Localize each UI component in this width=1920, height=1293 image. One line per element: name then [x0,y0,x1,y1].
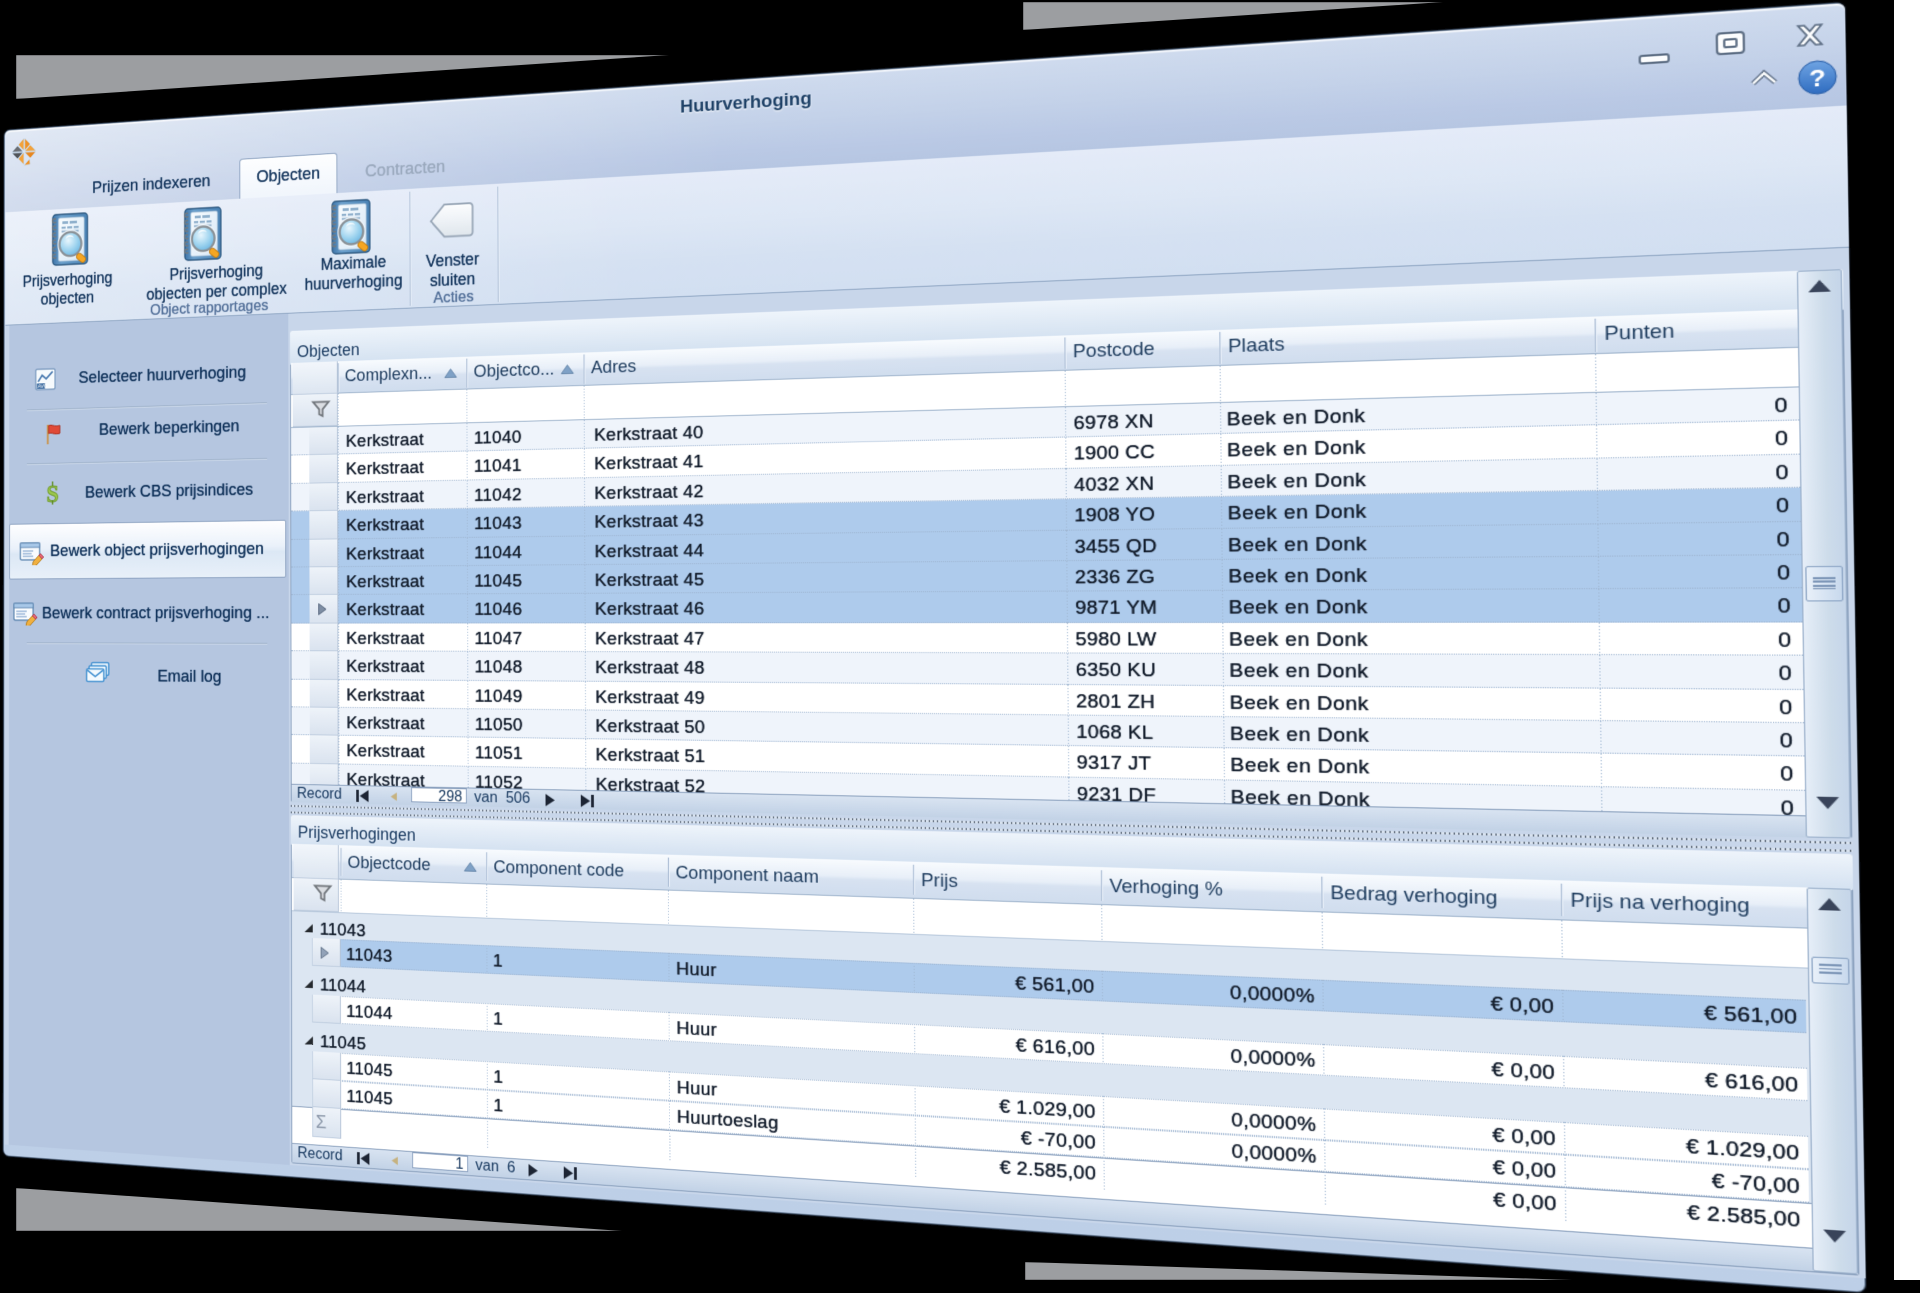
svg-text:?: ? [1809,63,1826,92]
svg-text:AVG: AVG [38,384,48,391]
